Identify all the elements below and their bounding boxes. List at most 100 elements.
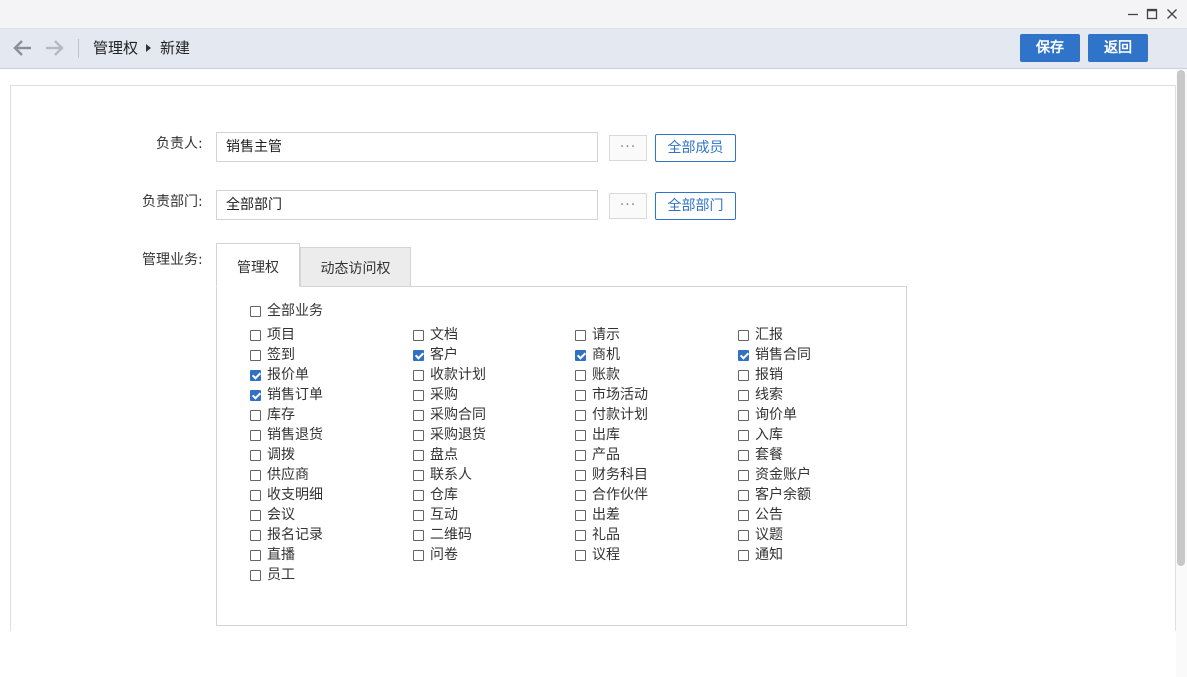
checkbox-label: 仓库 xyxy=(430,487,458,503)
checkbox-unchecked-icon[interactable] xyxy=(250,490,261,501)
checkbox-unchecked-icon[interactable] xyxy=(575,530,586,541)
checkbox-label: 账款 xyxy=(592,367,620,383)
forward-arrow-icon[interactable] xyxy=(43,38,65,58)
checkbox-unchecked-icon[interactable] xyxy=(575,390,586,401)
checkbox-unchecked-icon[interactable] xyxy=(575,510,586,521)
checkbox-label: 通知 xyxy=(755,547,783,563)
checkbox-checked-icon[interactable] xyxy=(250,390,261,401)
back-button[interactable]: 返回 xyxy=(1088,34,1148,62)
checkbox-unchecked-icon[interactable] xyxy=(738,370,749,381)
back-arrow-icon[interactable] xyxy=(12,38,34,58)
checkbox-label: 报销 xyxy=(755,367,783,383)
checkbox-unchecked-icon[interactable] xyxy=(738,430,749,441)
breadcrumb-current: 新建 xyxy=(160,39,191,57)
checkbox-label: 会议 xyxy=(267,507,295,523)
checkbox-unchecked-icon[interactable] xyxy=(250,350,261,361)
checkbox-label: 客户 xyxy=(430,347,458,363)
breadcrumb-root[interactable]: 管理权 xyxy=(93,39,138,58)
checkbox-unchecked-icon[interactable] xyxy=(413,450,424,461)
tab-panel xyxy=(216,286,907,626)
checkbox-unchecked-icon[interactable] xyxy=(738,390,749,401)
checkbox-unchecked-icon[interactable] xyxy=(413,430,424,441)
checkbox-checked-icon[interactable] xyxy=(575,350,586,361)
all-members-button[interactable]: 全部成员 xyxy=(655,134,736,162)
checkbox-unchecked-icon[interactable] xyxy=(738,450,749,461)
checkbox-checked-icon[interactable] xyxy=(738,350,749,361)
checkbox-unchecked-icon[interactable] xyxy=(413,490,424,501)
checkbox-unchecked-icon[interactable] xyxy=(738,330,749,341)
checkbox-unchecked-icon[interactable] xyxy=(738,550,749,561)
close-icon[interactable] xyxy=(1164,6,1180,22)
checkbox-label: 市场活动 xyxy=(592,387,648,403)
tab-dynamic-access[interactable]: 动态访问权 xyxy=(300,247,411,287)
checkbox-unchecked-icon[interactable] xyxy=(250,470,261,481)
checkbox-unchecked-icon[interactable] xyxy=(413,330,424,341)
checkbox-unchecked-icon[interactable] xyxy=(413,370,424,381)
maximize-icon[interactable] xyxy=(1144,6,1160,22)
checkbox-label: 出库 xyxy=(592,427,620,443)
checkbox-unchecked-icon[interactable] xyxy=(250,410,261,421)
window-titlebar xyxy=(0,0,1187,29)
checkbox-label: 议程 xyxy=(592,547,620,563)
checkbox-label: 库存 xyxy=(267,407,295,423)
checkbox-unchecked-icon[interactable] xyxy=(250,330,261,341)
checkbox-unchecked-icon[interactable] xyxy=(575,410,586,421)
all-departments-button[interactable]: 全部部门 xyxy=(655,192,736,220)
checkbox-unchecked-icon[interactable] xyxy=(575,490,586,501)
minimize-icon[interactable] xyxy=(1125,6,1141,22)
owner-input[interactable]: 销售主管 xyxy=(216,132,598,162)
checkbox-unchecked-icon[interactable] xyxy=(250,430,261,441)
checkbox-checked-icon[interactable] xyxy=(250,370,261,381)
checkbox-unchecked-icon[interactable] xyxy=(413,510,424,521)
checkbox-unchecked-icon[interactable] xyxy=(575,430,586,441)
checkbox-unchecked-icon[interactable] xyxy=(575,450,586,461)
owner-label: 负责人: xyxy=(156,136,203,152)
checkbox-unchecked-icon[interactable] xyxy=(738,470,749,481)
checkbox-label: 联系人 xyxy=(430,467,472,483)
save-button[interactable]: 保存 xyxy=(1020,34,1080,62)
checkbox-label: 线索 xyxy=(755,387,783,403)
checkbox-label: 供应商 xyxy=(267,467,309,483)
checkbox-unchecked-icon[interactable] xyxy=(738,410,749,421)
breadcrumb-caret-icon xyxy=(146,44,151,52)
checkbox-label: 二维码 xyxy=(430,527,472,543)
checkbox-unchecked-icon[interactable] xyxy=(250,550,261,561)
checkbox-label: 入库 xyxy=(755,427,783,443)
checkbox-unchecked-icon[interactable] xyxy=(250,510,261,521)
checkbox-unchecked-icon[interactable] xyxy=(738,530,749,541)
checkbox-unchecked-icon[interactable] xyxy=(250,450,261,461)
checkbox-label: 直播 xyxy=(267,547,295,563)
checkbox-unchecked-icon[interactable] xyxy=(575,330,586,341)
owner-picker-button[interactable]: ··· xyxy=(609,135,647,161)
checkbox-unchecked-icon[interactable] xyxy=(413,390,424,401)
tab-management-rights[interactable]: 管理权 xyxy=(216,243,300,287)
checkbox-unchecked-icon[interactable] xyxy=(250,530,261,541)
checkbox-unchecked-icon[interactable] xyxy=(738,510,749,521)
checkbox-unchecked-icon[interactable] xyxy=(413,550,424,561)
checkbox-label: 客户余额 xyxy=(755,487,811,503)
checkbox-unchecked-icon[interactable] xyxy=(575,370,586,381)
scrollbar-thumb[interactable] xyxy=(1177,70,1185,566)
checkbox-label: 议题 xyxy=(755,527,783,543)
checkbox-unchecked-icon[interactable] xyxy=(413,410,424,421)
checkbox-label: 员工 xyxy=(267,567,295,583)
checkbox-label: 项目 xyxy=(267,327,295,343)
checkbox-checked-icon[interactable] xyxy=(413,350,424,361)
checkbox-unchecked-icon[interactable] xyxy=(413,530,424,541)
checkbox-label: 商机 xyxy=(592,347,620,363)
checkbox-label: 资金账户 xyxy=(755,467,811,483)
checkbox-unchecked-icon[interactable] xyxy=(413,470,424,481)
checkbox-unchecked-icon[interactable] xyxy=(250,306,261,317)
checkbox-label: 报价单 xyxy=(267,367,309,383)
checkbox-label: 问卷 xyxy=(430,547,458,563)
checkbox-unchecked-icon[interactable] xyxy=(738,490,749,501)
checkbox-unchecked-icon[interactable] xyxy=(575,470,586,481)
business-label: 管理业务: xyxy=(142,252,203,268)
checkbox-label: 采购 xyxy=(430,387,458,403)
department-picker-button[interactable]: ··· xyxy=(609,193,647,219)
bottom-area xyxy=(0,631,1176,677)
checkbox-unchecked-icon[interactable] xyxy=(250,570,261,581)
department-input[interactable]: 全部部门 xyxy=(216,190,598,220)
checkbox-unchecked-icon[interactable] xyxy=(575,550,586,561)
checkbox-label: 礼品 xyxy=(592,527,620,543)
